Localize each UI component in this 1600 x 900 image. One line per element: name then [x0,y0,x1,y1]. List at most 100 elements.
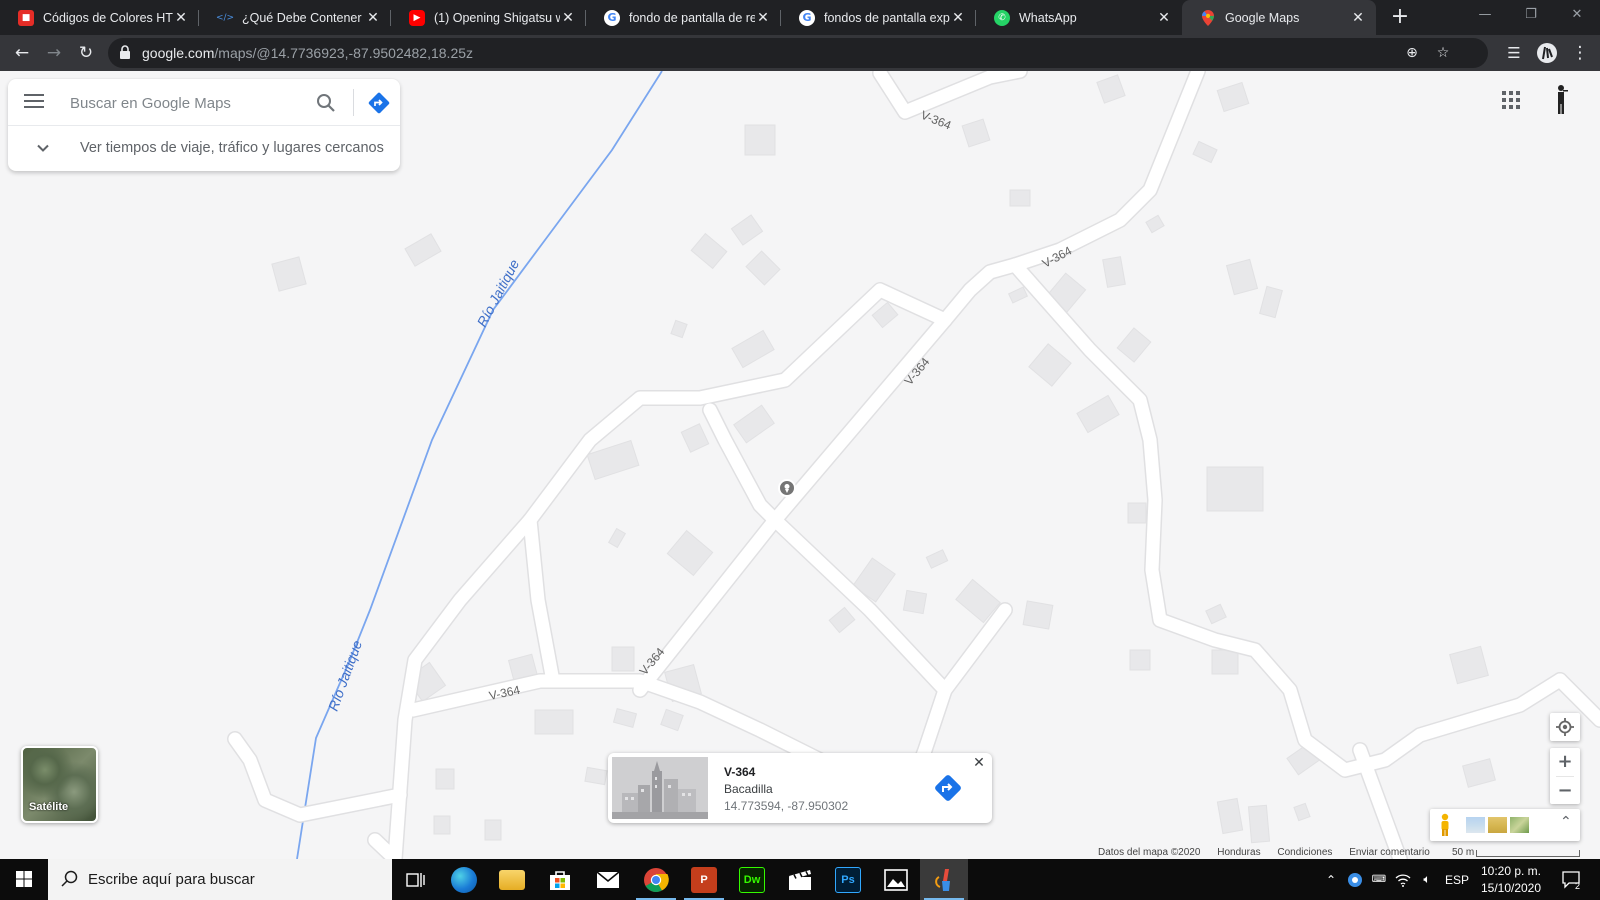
red-square-favicon-icon: ■ [18,9,34,26]
close-tab-icon[interactable]: ✕ [755,10,771,26]
bookmark-star-icon[interactable]: ☆ [1432,42,1454,64]
place-info-card[interactable]: V-364 Bacadilla 14.773594, -87.950302 ✕ [608,753,992,823]
taskbar-search-box[interactable]: Escribe aquí para buscar [48,859,392,900]
edge-app[interactable] [440,859,488,900]
chrome-icon [644,867,669,892]
maps-search-panel: Ver tiempos de viaje, tráfico y lugares … [8,79,400,171]
scale-bar[interactable]: 50 m [1452,847,1580,858]
road-network [227,71,1600,859]
place-coordinates[interactable]: 14.773594, -87.950302 [724,799,848,813]
travel-times-row[interactable]: Ver tiempos de viaje, tráfico y lugares … [8,126,400,171]
tab-strip: ■ Códigos de Colores HTML ✕ </> ¿Qué Deb… [0,0,1600,35]
file-explorer-app[interactable] [488,859,536,900]
ime-language-icon[interactable]: ⌨ [1368,859,1390,900]
store-app[interactable] [536,859,584,900]
notifications-button[interactable]: 2 [1556,859,1588,900]
chrome-app[interactable] [632,859,680,900]
tab-title: fondo de pantalla de red [629,10,755,25]
close-tab-icon[interactable]: ✕ [1350,10,1366,26]
minimize-window-icon[interactable]: — [1462,0,1508,32]
security-shield-icon[interactable] [1344,859,1366,900]
powerpoint-icon: P [691,866,717,893]
tab-title: fondos de pantalla explo [824,10,950,25]
paint-brush-icon [935,868,950,891]
travel-times-hint: Ver tiempos de viaje, tráfico y lugares … [80,140,384,156]
dropped-pin-marker[interactable] [778,479,796,497]
store-bag-icon [550,870,570,890]
tab-title: Códigos de Colores HTML [43,10,173,25]
tab-title: WhatsApp [1019,10,1077,25]
reload-icon[interactable]: ↻ [72,39,100,67]
address-bar[interactable]: google.com/maps/@14.7736923,-87.9502482,… [108,38,1488,68]
media-queue-icon[interactable]: ☰ [1500,39,1528,67]
mail-envelope-icon [596,870,620,888]
back-arrow-icon[interactable]: ← [8,39,36,67]
tab-google-maps[interactable]: Google Maps ✕ [1182,0,1376,35]
expand-layers-icon[interactable]: ⌃ [1560,814,1572,830]
zoom-in-button[interactable]: + [1550,748,1580,776]
close-tab-icon[interactable]: ✕ [173,10,189,26]
show-hidden-icons-chevron-icon[interactable]: ⌃ [1320,859,1342,900]
powerpoint-app[interactable]: P [680,859,728,900]
zoom-out-button[interactable]: − [1550,777,1580,805]
paint-app[interactable] [920,859,968,900]
input-language-indicator[interactable]: ESP [1440,859,1474,900]
windows-start-button[interactable] [0,859,48,900]
directions-icon[interactable] [368,92,390,114]
close-tab-icon[interactable]: ✕ [1156,10,1172,26]
new-tab-button[interactable]: + [1388,0,1412,35]
browser-menu-icon[interactable]: ⋮ [1566,39,1594,67]
street-view-thumbnail[interactable] [612,757,708,819]
tab-codigos-colores[interactable]: ■ Códigos de Colores HTML ✕ [0,0,199,35]
tab-que-debe-contener[interactable]: </> ¿Qué Debe Contener Una ✕ [199,0,391,35]
map-data-credit: Datos del mapa ©2020 [1098,847,1201,858]
photoshop-icon: Ps [835,866,861,893]
search-input[interactable] [70,91,290,115]
forward-arrow-icon[interactable]: → [40,39,68,67]
tab-whatsapp[interactable]: ✆ WhatsApp ✕ [976,0,1182,35]
search-icon [61,870,78,887]
system-clock[interactable]: 10:20 p. m. 15/10/2020 [1476,863,1546,897]
google-apps-grid-icon[interactable] [1502,91,1520,109]
send-feedback-link[interactable]: Enviar comentario [1349,847,1430,858]
clock-time: 10:20 p. m. [1480,864,1542,878]
video-editor-app[interactable] [776,859,824,900]
task-view-button[interactable] [392,859,440,900]
pegman-user-icon[interactable] [1551,84,1571,116]
layers-strip[interactable]: ⌃ [1430,809,1580,841]
map-canvas[interactable]: V-364 V-364 V-364 V-364 V-364 Río Jaitiq… [0,71,1600,859]
tab-fondos-pantalla-explo[interactable]: G fondos de pantalla explo ✕ [781,0,976,35]
dreamweaver-app[interactable]: Dw [728,859,776,900]
close-tab-icon[interactable]: ✕ [560,10,576,26]
mail-app[interactable] [584,859,632,900]
place-locality: Bacadilla [724,782,773,796]
place-title: V-364 [724,765,756,779]
close-window-icon[interactable]: ✕ [1554,0,1600,32]
profile-avatar[interactable] [1533,39,1561,67]
directions-icon[interactable] [934,774,962,802]
imagery-layer-thumb[interactable] [1466,817,1485,833]
satellite-layer-thumb[interactable] [1510,817,1529,833]
region-link[interactable]: Honduras [1217,847,1260,858]
wifi-icon[interactable] [1392,859,1414,900]
tab-youtube-opening[interactable]: ▶ (1) Opening Shigatsu wa ✕ [391,0,586,35]
satellite-label: Satélite [29,801,69,813]
photos-app[interactable] [872,859,920,900]
terms-link[interactable]: Condiciones [1277,847,1332,858]
close-tab-icon[interactable]: ✕ [365,10,381,26]
browser-window: ■ Códigos de Colores HTML ✕ </> ¿Qué Deb… [0,0,1600,900]
close-tab-icon[interactable]: ✕ [950,10,966,26]
pegman-icon[interactable] [1438,813,1452,837]
volume-icon[interactable]: 🔈︎ [1416,859,1438,900]
satellite-layer-toggle[interactable]: Satélite [21,746,98,823]
hamburger-menu-icon[interactable] [24,94,46,112]
close-card-icon[interactable]: ✕ [971,755,987,771]
photoshop-app[interactable]: Ps [824,859,872,900]
tab-fondo-pantalla-red[interactable]: G fondo de pantalla de red ✕ [586,0,781,35]
restore-window-icon[interactable]: ❐ [1508,0,1554,32]
search-icon[interactable] [316,93,336,113]
my-location-button[interactable] [1550,713,1580,741]
install-app-icon[interactable]: ⊕ [1401,42,1423,64]
terrain-layer-thumb[interactable] [1488,817,1507,833]
photos-icon [884,868,908,891]
